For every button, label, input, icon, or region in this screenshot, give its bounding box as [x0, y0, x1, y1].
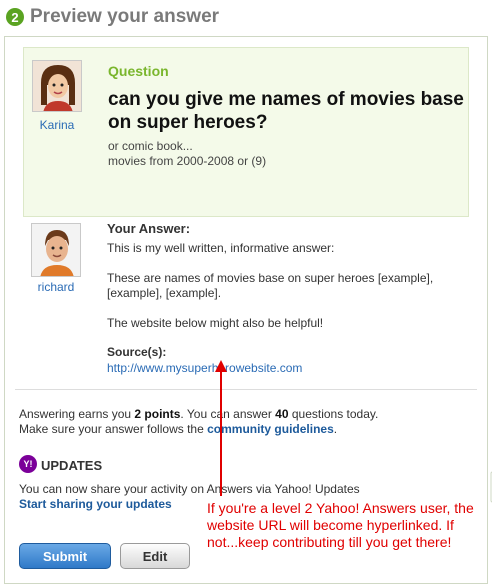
answerer-name-link[interactable]: richard [25, 280, 87, 294]
start-sharing-link[interactable]: Start sharing your updates [19, 497, 172, 511]
question-box: Karina Question can you give me names of… [23, 47, 469, 217]
answerer-avatar[interactable] [31, 223, 81, 277]
step-number-badge: 2 [6, 8, 24, 26]
guidelines-prefix-text: Make sure your answer follows the [19, 422, 208, 436]
question-detail-line: movies from 2000-2008 or (9) [108, 154, 267, 168]
section-divider [15, 389, 477, 390]
question-details: or comic book... movies from 2000-2008 o… [108, 139, 266, 169]
question-detail-line: or comic book... [108, 139, 193, 153]
edit-button[interactable]: Edit [120, 543, 190, 569]
updates-title: UPDATES [41, 458, 103, 473]
answer-paragraph: The website below might also be helpful! [107, 316, 324, 330]
question-title: can you give me names of movies base on … [108, 89, 464, 133]
questions-remaining-value: 40 [275, 407, 289, 421]
answer-body: This is my well written, informative ans… [107, 241, 479, 346]
preview-header: 2 Preview your answer [6, 4, 219, 30]
source-url-link[interactable]: http://www.mysuperherowebsite.com [107, 361, 302, 375]
annotation-note: If you're a level 2 Yahoo! Answers user,… [207, 500, 474, 550]
annotation-arrow-icon [215, 360, 227, 496]
points-value: 2 points [134, 407, 181, 421]
updates-description: You can now share your activity on Answe… [19, 482, 360, 496]
answer-paragraph: These are names of movies base on super … [107, 271, 434, 300]
answer-paragraph: This is my well written, informative ans… [107, 241, 335, 255]
your-answer-label: Your Answer: [107, 221, 191, 236]
submit-button[interactable]: Submit [19, 543, 111, 569]
guidelines-line: Make sure your answer follows the commun… [19, 422, 459, 437]
asker-avatar[interactable] [32, 60, 82, 112]
points-suffix-text: questions today. [288, 407, 379, 421]
yahoo-logo-icon: Y! [19, 455, 37, 473]
asker-avatar-icon [33, 61, 81, 111]
page-title: Preview your answer [30, 6, 220, 27]
points-line: Answering earns you 2 points. You can an… [19, 407, 459, 422]
answerer-avatar-icon [32, 224, 80, 276]
guidelines-suffix-text: . [333, 422, 338, 436]
points-prefix-text: Answering earns you [19, 407, 135, 421]
asker-name-link[interactable]: Karina [24, 118, 90, 132]
sources-label: Source(s): [107, 345, 167, 359]
points-info: Answering earns you 2 points. You can an… [19, 407, 459, 437]
question-label: Question [108, 63, 169, 79]
